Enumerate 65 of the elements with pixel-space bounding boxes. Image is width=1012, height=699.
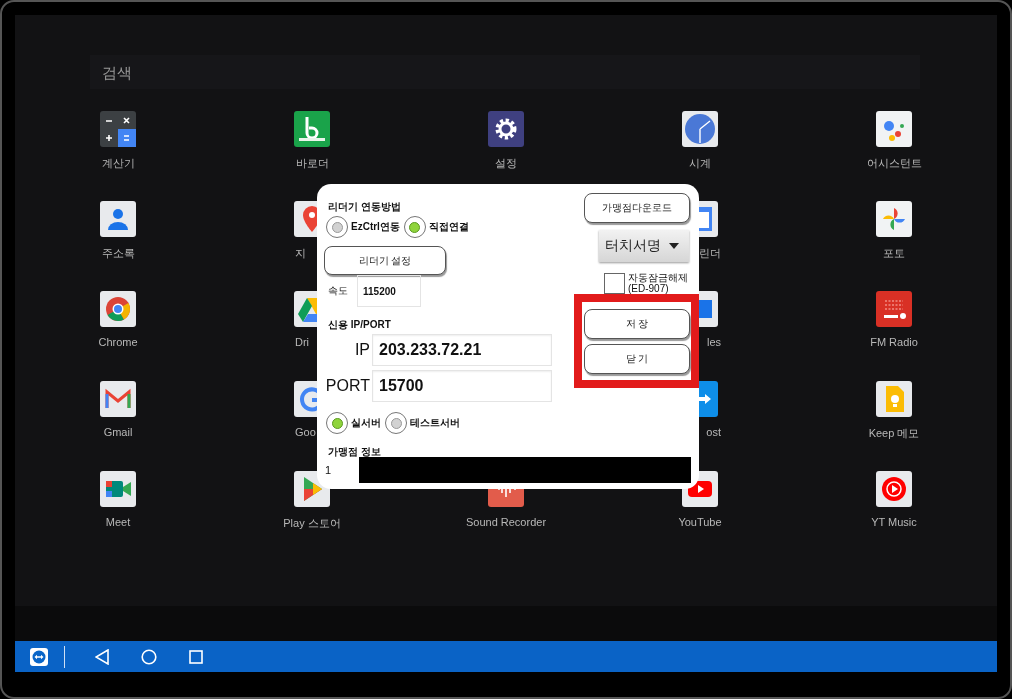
- section-title: 가맹점 정보: [328, 445, 382, 456]
- app-label: Goo: [295, 426, 316, 438]
- ip-field[interactable]: 203.233.72.21: [372, 334, 552, 366]
- search-field[interactable]: 검색: [90, 55, 920, 89]
- person-icon[interactable]: [100, 201, 136, 237]
- app-label: 주소록: [101, 246, 135, 261]
- home-icon[interactable]: [141, 648, 157, 665]
- app-label: 어시스턴트: [866, 156, 922, 171]
- clock-icon[interactable]: [682, 111, 718, 147]
- radio-button[interactable]: [385, 412, 407, 434]
- signature-dropdown[interactable]: 터치서명: [599, 230, 689, 262]
- ip-label: IP: [353, 341, 370, 359]
- app-label: les: [706, 336, 721, 348]
- checkbox-label: 자동잠금해제(ED-907): [628, 272, 689, 294]
- recents-icon[interactable]: [189, 649, 203, 664]
- download-button[interactable]: 가맹점다운로드: [584, 193, 690, 223]
- checkbox[interactable]: [604, 272, 625, 294]
- app-label: 설정: [495, 156, 517, 171]
- app-label: Dri: [295, 336, 310, 348]
- app-label: Play 스토어: [283, 516, 341, 531]
- app-label: 바로더: [295, 156, 329, 171]
- radio-label: 직접연결: [428, 220, 469, 234]
- app-label: Keep 메모: [868, 426, 920, 441]
- mail-icon[interactable]: [100, 381, 136, 417]
- app-label: 지: [295, 246, 306, 261]
- radio-button[interactable]: [403, 216, 426, 238]
- radio-label: EzCtrl연동: [351, 220, 400, 234]
- speed-field[interactable]: 115200: [357, 275, 421, 307]
- app-label: YT Music: [871, 516, 917, 528]
- app-label: 린더: [699, 246, 721, 261]
- music-icon[interactable]: [876, 471, 912, 507]
- section-title: 리더기 연동방법: [328, 200, 402, 211]
- back-icon[interactable]: [95, 648, 109, 665]
- radio-button[interactable]: [326, 216, 348, 238]
- browser-icon[interactable]: [100, 291, 136, 327]
- reader-settings-button[interactable]: 리더기 설정: [324, 246, 446, 275]
- radio-button[interactable]: [326, 412, 348, 434]
- section-title: 신용 IP/PORT: [328, 318, 392, 329]
- app-label: FM Radio: [870, 336, 918, 348]
- radio-label: 테스트서버: [410, 416, 460, 430]
- calculator-icon[interactable]: [100, 111, 136, 147]
- camera-icon[interactable]: [100, 471, 136, 507]
- app-label: YouTube: [678, 516, 722, 528]
- close-button[interactable]: 닫 기: [584, 344, 690, 374]
- app-label: 포토: [883, 246, 905, 261]
- row-number: 1: [324, 464, 333, 476]
- app-label: Chrome: [98, 336, 138, 348]
- b-logo-icon[interactable]: [294, 111, 330, 147]
- gear-icon[interactable]: [488, 111, 524, 147]
- radio-label: 실서버: [351, 416, 381, 430]
- remote-app-icon[interactable]: [30, 647, 48, 666]
- speed-label: 속도: [327, 284, 348, 298]
- app-label: Gmail: [103, 426, 133, 438]
- app-label: ost: [706, 426, 721, 438]
- pinwheel-icon[interactable]: [876, 201, 912, 237]
- radio-icon[interactable]: [876, 291, 912, 327]
- app-label: 시계: [689, 156, 711, 171]
- app-label: Sound Recorder: [465, 516, 547, 528]
- dots-icon[interactable]: [876, 111, 912, 147]
- port-field[interactable]: 15700: [372, 370, 552, 402]
- app-label: Meet: [105, 516, 131, 528]
- app-label: 계산기: [101, 156, 135, 171]
- save-button[interactable]: 저 장: [584, 309, 690, 339]
- port-label: PORT: [324, 377, 370, 395]
- caret-icon: [669, 243, 679, 249]
